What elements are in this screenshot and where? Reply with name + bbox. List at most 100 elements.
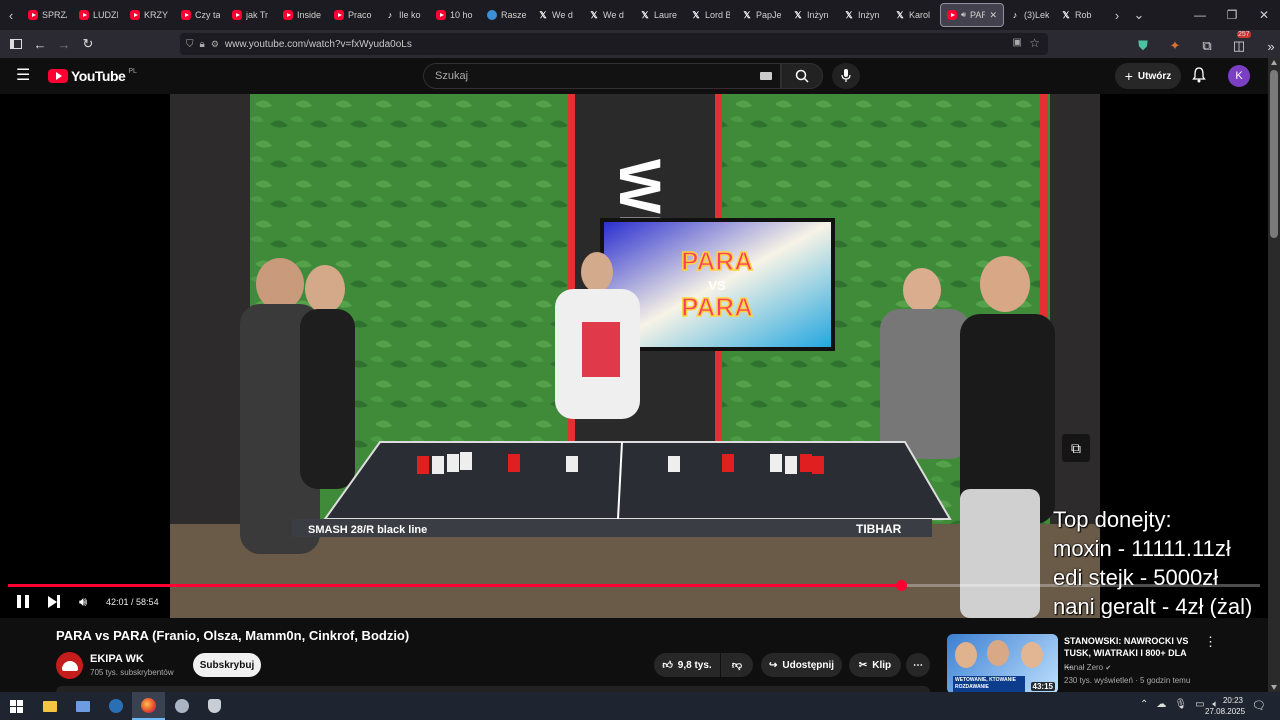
like-button[interactable]: 👍︎ 9,8 tys.	[654, 653, 720, 677]
shield-icon[interactable]: ⛉	[186, 39, 194, 50]
browser-tab[interactable]: Czy ta	[175, 0, 226, 30]
tab-scroll-right-icon[interactable]: ›	[1106, 0, 1128, 30]
browser-tab[interactable]: Praco	[328, 0, 379, 30]
browser-tab[interactable]: 𝕏 Laure	[634, 0, 685, 30]
scroll-down-arrow-icon[interactable]	[1271, 685, 1277, 690]
bookmark-star-icon[interactable]: ☆	[1029, 36, 1040, 50]
tray-microphone-icon[interactable]: 🎙︎	[1174, 699, 1187, 710]
search-button[interactable]	[781, 63, 823, 89]
firefox-icon[interactable]	[132, 692, 165, 720]
restore-icon[interactable]: ❐	[1216, 0, 1248, 30]
recommended-thumbnail[interactable]: WETOWANIE, KTOWANIE ROZDAWANIE 43:15	[947, 634, 1058, 694]
next-video-icon[interactable]	[48, 595, 60, 608]
browser-tab[interactable]: Rasze	[481, 0, 532, 30]
youtube-icon	[28, 10, 38, 20]
lock-icon[interactable]: 🔒︎	[200, 39, 205, 50]
app-icon[interactable]	[165, 692, 198, 720]
subscribe-button[interactable]: Subskrybuj	[193, 653, 261, 677]
reload-icon[interactable]: ↻	[76, 32, 100, 56]
extensions-puzzle-icon[interactable]: ⧉	[1195, 34, 1219, 58]
account-avatar[interactable]: K	[1228, 65, 1250, 87]
tab-label: PapJe	[756, 10, 781, 20]
pause-icon[interactable]	[17, 595, 29, 608]
browser-tab[interactable]: 𝕏 Inżyn	[787, 0, 838, 30]
dislike-button[interactable]: 👎︎	[721, 653, 753, 677]
extension-counter-icon[interactable]: ◫ 257	[1227, 31, 1251, 58]
browser-tab[interactable]: KRZY	[124, 0, 175, 30]
windows-start-icon[interactable]	[0, 692, 33, 720]
tab-label: Inżyn	[807, 10, 829, 20]
browser-tab[interactable]: 10 ho	[430, 0, 481, 30]
notification-center-icon[interactable]: 🗨︎	[1252, 699, 1266, 712]
tab-list-dropdown-icon[interactable]: ⌄	[1128, 0, 1150, 30]
channel-avatar[interactable]	[56, 652, 83, 679]
browser-tab[interactable]: ♪ (3)Lek	[1004, 0, 1055, 30]
browser-tab[interactable]: 𝕏 Rob	[1055, 0, 1106, 30]
avatar-letter: K	[1235, 70, 1243, 82]
browser-tab[interactable]: 𝕏 We d	[532, 0, 583, 30]
miniplayer-overlay-icon[interactable]: ⧉	[1062, 434, 1090, 462]
browser-tab[interactable]: 𝕏 Inżyn	[838, 0, 889, 30]
page-scrollbar[interactable]	[1268, 58, 1280, 692]
notifications-bell-icon[interactable]	[1192, 67, 1206, 88]
browser-tab[interactable]: 𝕏 Lord B	[685, 0, 736, 30]
cloud-icon[interactable]: ☁	[1156, 699, 1166, 710]
share-button[interactable]: ↪ Udostępnij	[761, 653, 842, 677]
extension-shield-icon[interactable]: ⛊	[1131, 34, 1155, 58]
share-label: Udostępnij	[782, 659, 835, 671]
youtube-logo[interactable]: YouTube PL	[48, 68, 137, 84]
tab-close-icon[interactable]: ✕	[989, 10, 997, 21]
file-explorer-icon[interactable]	[33, 692, 66, 720]
voice-search-button[interactable]	[832, 63, 860, 89]
permissions-icon[interactable]: ⚙	[211, 39, 219, 50]
screen-title-top: PARA	[681, 246, 753, 276]
clip-button[interactable]: ✂ Klip	[849, 653, 901, 677]
network-icon[interactable]: ▭	[1195, 699, 1204, 710]
scrollbar-thumb[interactable]	[1270, 70, 1278, 238]
x-icon: 𝕏	[743, 10, 751, 20]
recommended-more-icon[interactable]: ⋮	[1204, 634, 1217, 650]
channel-name[interactable]: EKIPA WK	[90, 653, 144, 665]
back-icon[interactable]: ←	[28, 32, 52, 56]
tab-scroll-left-icon[interactable]: ‹	[0, 0, 22, 30]
scroll-up-arrow-icon[interactable]	[1271, 60, 1277, 65]
tab-audio-icon[interactable]: 🔊︎	[961, 10, 966, 20]
recommended-channel[interactable]: Kanał Zero ✔	[1064, 663, 1111, 672]
computer-app-icon[interactable]	[66, 692, 99, 720]
app-shield-icon[interactable]	[198, 692, 231, 720]
browser-tab[interactable]: 🔊︎ PAR ✕	[940, 3, 1004, 27]
browser-tab[interactable]: ♪ Ile ko	[379, 0, 430, 30]
forward-icon[interactable]: →	[52, 32, 76, 56]
browser-tab[interactable]: 𝕏 We d	[583, 0, 634, 30]
tab-label: Laure	[654, 10, 678, 20]
extension-fox-icon[interactable]: ✦	[1163, 34, 1187, 58]
clock[interactable]: 20:23 27.08.2025	[1205, 695, 1245, 717]
address-bar[interactable]: ⛉ 🔒︎ ⚙ www.youtube.com/watch?v=fxWyuda0o…	[180, 33, 1048, 55]
tab-label: Karol	[909, 10, 931, 20]
video-metadata: PARA vs PARA (Franio, Olsza, Mamm0n, Cin…	[0, 618, 1268, 694]
more-horizontal-icon: ⋯	[913, 659, 923, 671]
browser-tab[interactable]: 𝕏 PapJe	[736, 0, 787, 30]
close-window-icon[interactable]: ✕	[1248, 0, 1280, 30]
video-frame[interactable]: WK PARA VS PARA SMASH 28/R black line TI…	[170, 94, 1100, 618]
browser-tab[interactable]: LUDZI	[73, 0, 124, 30]
browser-tab[interactable]: SPRZA	[22, 0, 73, 30]
minimize-icon[interactable]: —	[1184, 0, 1216, 30]
browser-tab[interactable]: Inside	[277, 0, 328, 30]
tray-chevron-icon[interactable]: ⌃	[1140, 699, 1148, 710]
browser-tab[interactable]: 𝕏 Karol	[889, 0, 940, 30]
picture-in-picture-icon[interactable]: ▣	[1013, 37, 1022, 48]
browser-tab[interactable]: jak Tr	[226, 0, 277, 30]
overflow-chevrons-icon[interactable]: »	[1259, 34, 1280, 58]
keyboard-icon[interactable]	[760, 72, 772, 80]
more-actions-button[interactable]: ⋯	[906, 653, 930, 677]
sidebar-toggle-icon[interactable]	[4, 32, 28, 56]
url-text[interactable]: www.youtube.com/watch?v=fxWyuda0oLs	[225, 39, 412, 50]
create-button[interactable]: + Utwórz	[1115, 63, 1181, 89]
tab-list: SPRZA LUDZI KRZY Czy ta jak Tr Inside Praco ♪ Il…	[22, 0, 1106, 30]
steam-icon[interactable]	[99, 692, 132, 720]
progress-bar[interactable]	[8, 580, 1260, 591]
search-input[interactable]: Szukaj	[423, 63, 781, 89]
hamburger-menu-icon[interactable]: ☰	[16, 68, 30, 84]
volume-icon[interactable]: 🔊︎	[79, 594, 87, 610]
